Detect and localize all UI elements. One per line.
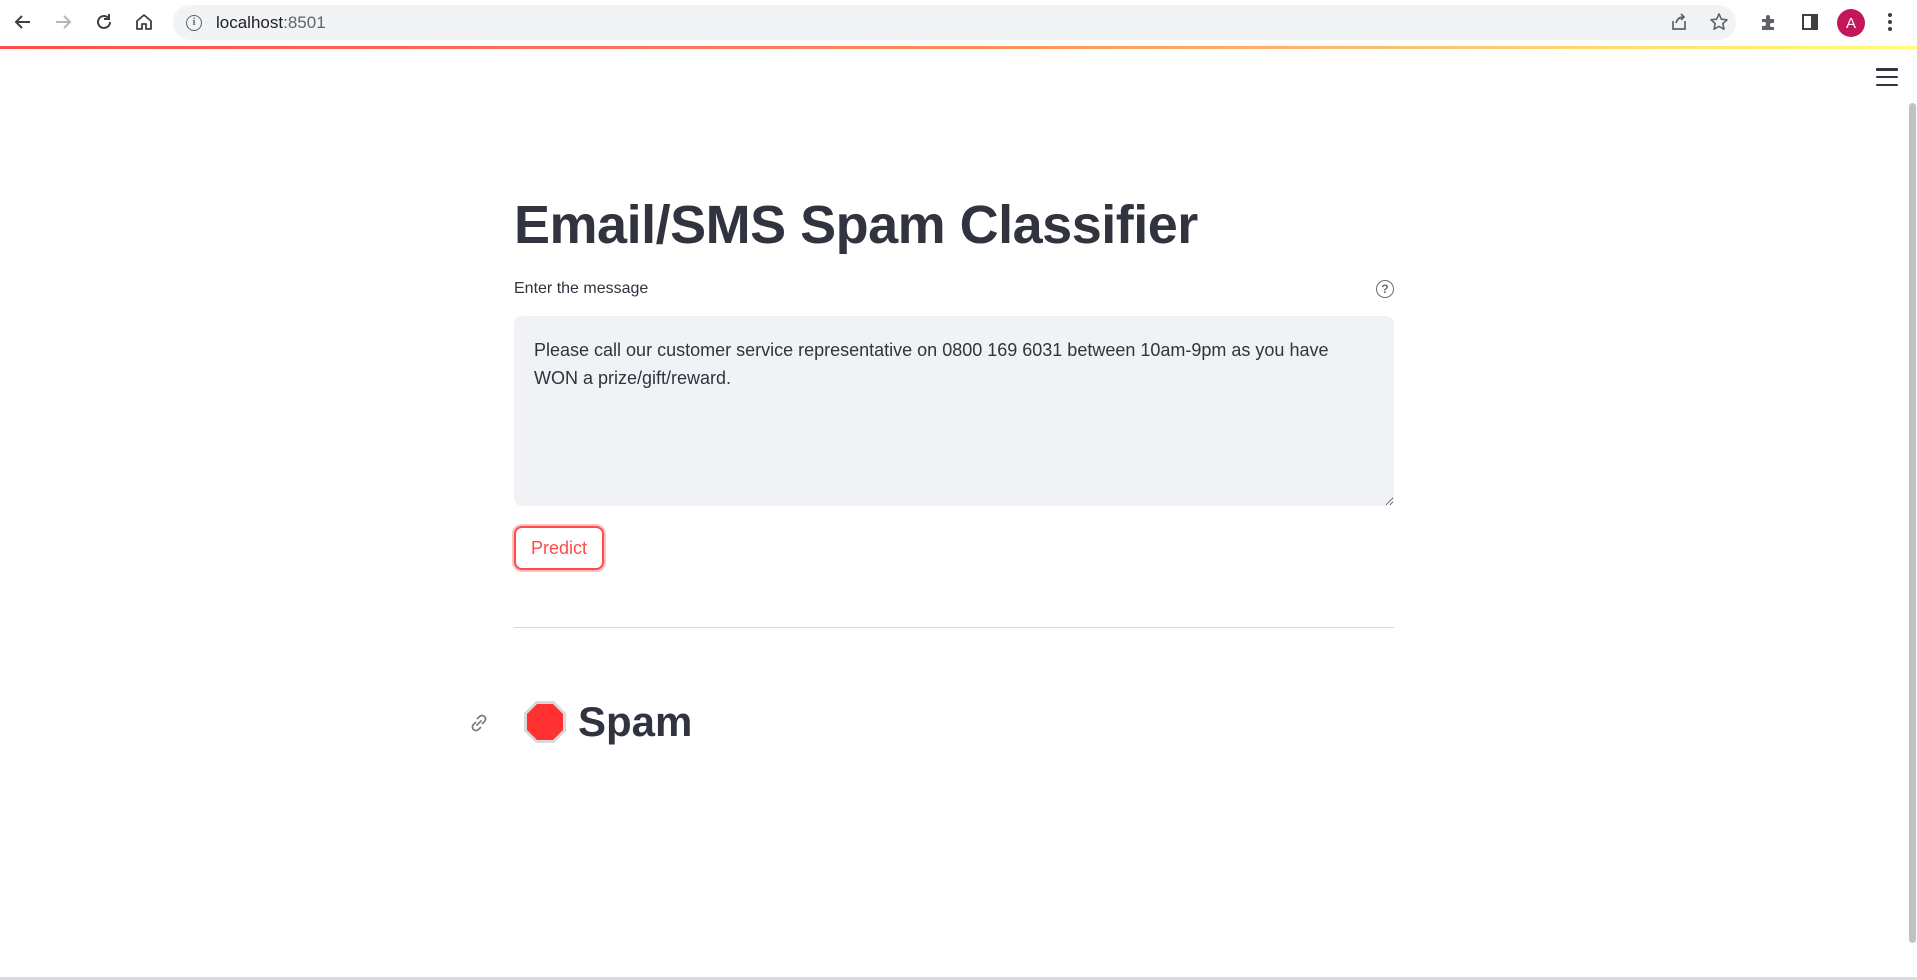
forward-arrow-icon[interactable] [47,6,79,38]
main-content: Email/SMS Spam Classifier Enter the mess… [471,180,1394,750]
message-label-row: Enter the message ? [514,276,1394,302]
section-divider [514,627,1394,628]
page-title: Email/SMS Spam Classifier [514,195,1198,255]
browser-menu-icon[interactable] [1878,6,1902,38]
app-decoration-bar [0,46,1917,49]
back-arrow-icon[interactable] [7,6,39,38]
home-icon[interactable] [128,6,160,38]
site-info-icon[interactable]: i [186,14,202,31]
page-scrollbar[interactable] [1909,103,1916,943]
message-input-label: Enter the message [514,280,649,297]
url-host: localhost [216,12,284,32]
predict-button[interactable]: Predict [514,526,605,570]
profile-avatar[interactable]: A [1837,9,1865,37]
side-panel-icon[interactable] [1794,6,1826,38]
url-port: :8501 [283,12,326,32]
bookmark-star-icon[interactable] [1703,6,1735,38]
help-question-icon[interactable]: ? [1376,280,1394,298]
app-menu-hamburger-icon[interactable] [1876,68,1898,86]
browser-toolbar: i localhost:8501 A [0,0,1917,46]
share-icon[interactable] [1663,6,1695,38]
extensions-puzzle-icon[interactable] [1753,6,1785,38]
result-header: Spam [471,694,1394,750]
message-textarea[interactable]: Please call our customer service represe… [514,316,1394,506]
reload-icon[interactable] [88,6,120,38]
url-text[interactable]: localhost:8501 [216,13,326,33]
address-bar[interactable]: i localhost:8501 [173,5,1736,40]
stop-sign-icon [524,701,566,743]
prediction-result: Spam [578,698,693,745]
anchor-link-icon[interactable] [466,710,492,736]
